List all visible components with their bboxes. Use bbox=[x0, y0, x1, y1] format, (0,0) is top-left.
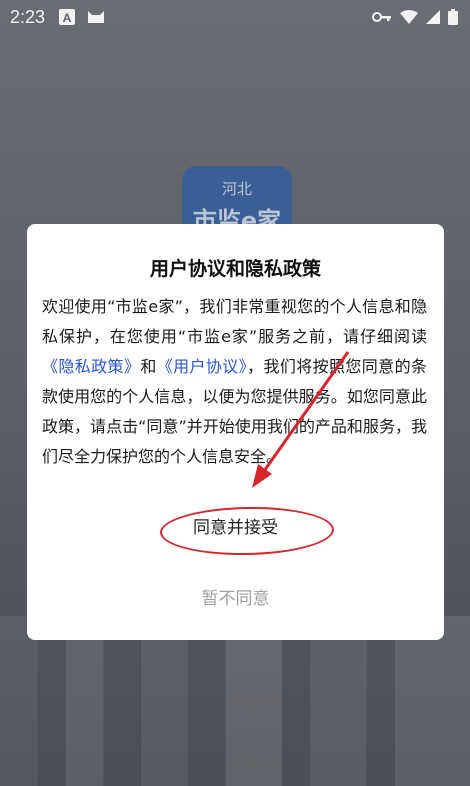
battery-icon bbox=[448, 9, 458, 25]
decline-button[interactable]: 暂不同意 bbox=[27, 584, 444, 609]
android-cat-icon bbox=[88, 11, 105, 23]
user-agreement-link[interactable]: 《用户协议》 bbox=[157, 357, 247, 376]
privacy-policy-link[interactable]: 《隐私政策》 bbox=[42, 357, 140, 376]
wifi-icon bbox=[400, 10, 418, 24]
body-text-and: 和 bbox=[140, 357, 157, 376]
app-logo-line1: 河北 bbox=[221, 180, 252, 198]
a-notification-icon: A bbox=[59, 9, 76, 25]
dialog-title: 用户协议和隐私政策 bbox=[149, 258, 321, 280]
body-text-part1: 欢迎使用“市监e家”，我们非常重视您的个人信息和隐私保护，在您使用“市监e家”服… bbox=[42, 297, 427, 346]
status-bar: 2:23 A bbox=[0, 0, 470, 34]
agree-button[interactable]: 同意并接受 bbox=[27, 513, 444, 538]
svg-text:A: A bbox=[63, 11, 72, 25]
signal-icon bbox=[426, 10, 440, 24]
privacy-dialog: 用户协议和隐私政策 欢迎使用“市监e家”，我们非常重视您的个人信息和隐私保护，在… bbox=[27, 224, 444, 640]
vpn-key-icon bbox=[372, 12, 391, 22]
background-city-image bbox=[0, 616, 470, 786]
status-time: 2:23 bbox=[10, 6, 46, 27]
dialog-body: 欢迎使用“市监e家”，我们非常重视您的个人信息和隐私保护，在您使用“市监e家”服… bbox=[42, 292, 427, 472]
